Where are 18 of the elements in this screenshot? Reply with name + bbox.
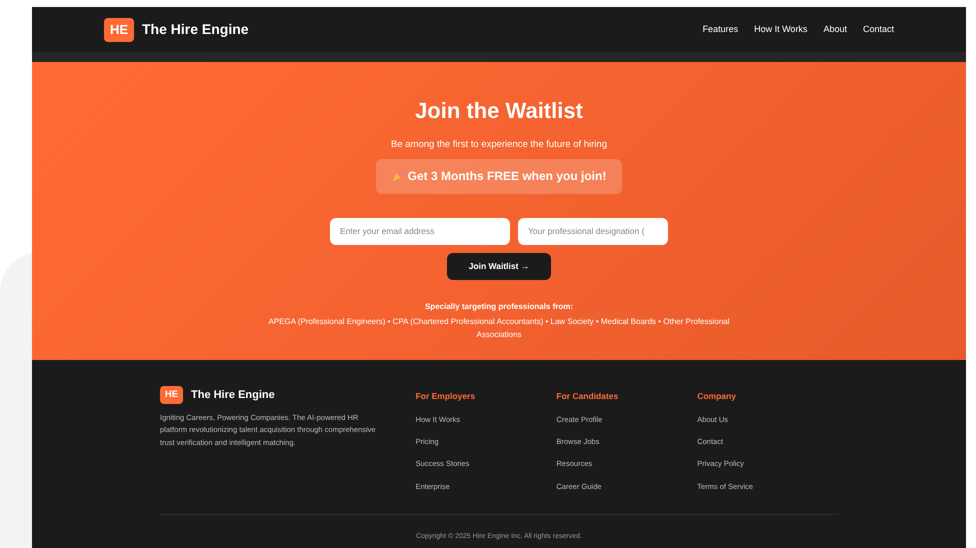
join-waitlist-button[interactable]: Join Waitlist → — [446, 252, 552, 280]
hero-title: Join the Waitlist — [414, 98, 584, 124]
targeting-heading: Specially targeting professionals from: — [424, 300, 574, 313]
footer-heading: Company — [697, 390, 737, 403]
hero-subtitle: Be among the first to experience the future of hiring — [390, 138, 608, 152]
email-field[interactable]: Enter your email address — [330, 218, 510, 245]
brand-name[interactable]: The Hire Engine — [142, 19, 249, 40]
targeting-list: APEGA (Professional Engineers) • CPA (Chartered Professional Accountants) • Law Society • Medical Boards • Other Professional Associations — [246, 314, 752, 341]
footer-heading: For Candidates — [556, 390, 620, 403]
designation-field[interactable]: Your professional designation ( — [518, 218, 668, 245]
nav-link[interactable]: Contact — [862, 22, 894, 36]
offer-text: Get 3 Months FREE when you join! — [408, 168, 606, 186]
party-popper-icon — [392, 170, 404, 182]
nav-link[interactable]: About — [823, 22, 847, 36]
nav-link[interactable]: Features — [702, 22, 738, 36]
footer-heading: For Employers — [416, 390, 476, 403]
brand-name: The Hire Engine — [191, 388, 275, 403]
nav-link[interactable]: How It Works — [754, 22, 808, 36]
